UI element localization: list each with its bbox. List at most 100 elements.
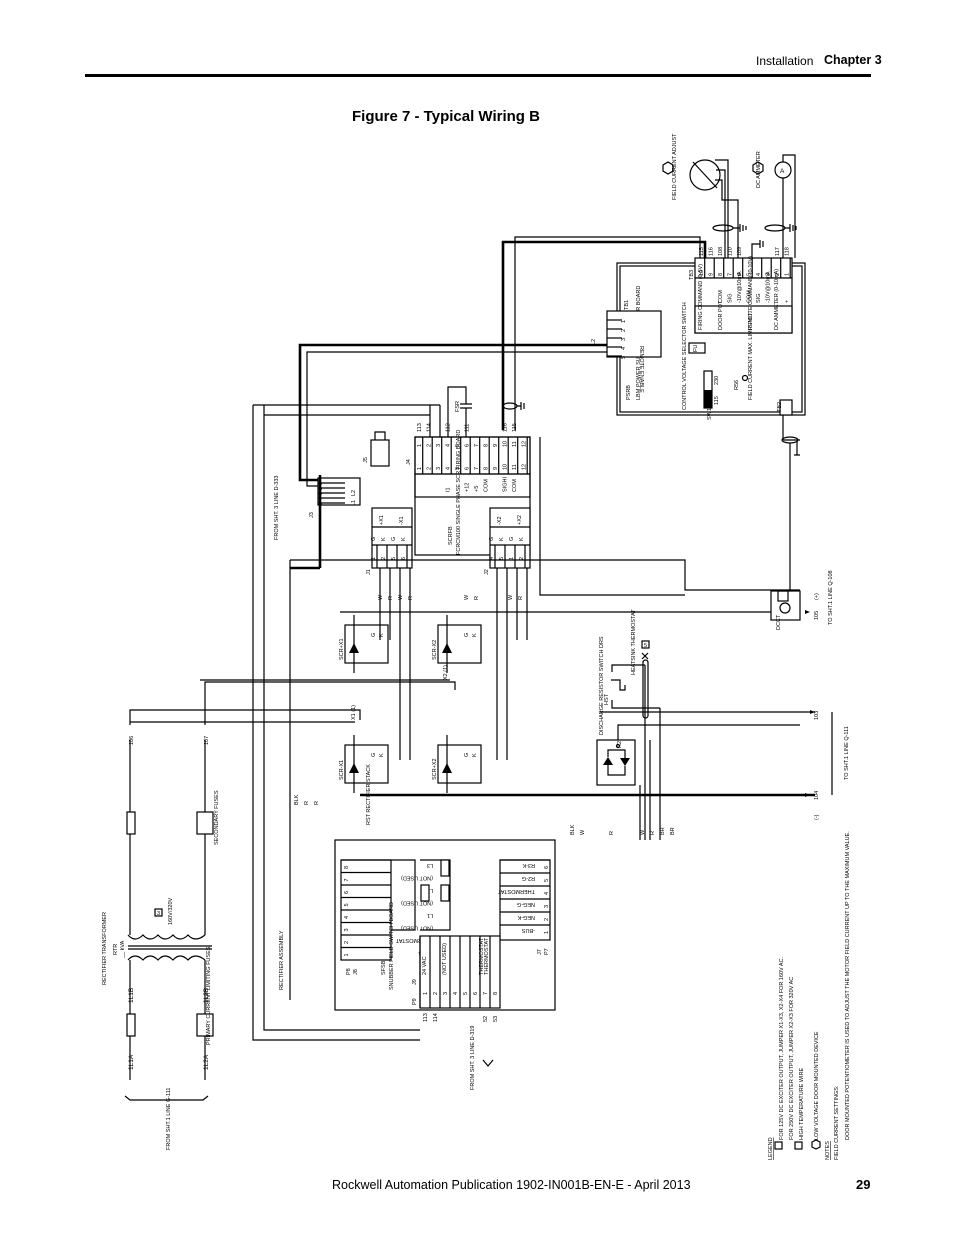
scr-cathode: K <box>472 753 478 757</box>
ground-icon <box>517 402 525 410</box>
j4-function: COM <box>512 479 518 492</box>
wire-1l1a: 1L1A <box>128 1054 135 1070</box>
wire-color: BR <box>670 827 676 835</box>
notes-heading: FIELD CURRENT SETTINGS: <box>834 1085 840 1160</box>
p7-function: NEG-G <box>517 901 535 907</box>
sw1-name: SW1 <box>707 408 713 420</box>
tb3-wire-number: 110 <box>728 247 734 256</box>
p7-function: NEG-K <box>517 914 535 920</box>
ammeter-symbol: A <box>780 168 785 175</box>
j1-label: J1 <box>366 569 372 575</box>
legend-title: LEGEND <box>768 1137 774 1160</box>
p9-function: (NOT USED) <box>442 943 448 975</box>
legend-item-lv: LOW VOLTAGE DOOR MOUNTED DEVICE <box>814 1031 820 1140</box>
ground-icon <box>785 224 797 232</box>
p7-pin: 2 <box>544 918 550 921</box>
p7-pin: 3 <box>544 905 550 908</box>
p9-pin: 1 <box>423 992 429 995</box>
j4-pin: 10 <box>503 464 509 470</box>
secondary-fuse-2 <box>196 811 214 835</box>
j1-function: G <box>391 537 397 541</box>
j4-function: +12 <box>465 483 471 492</box>
output-polarity: (-) <box>814 814 820 820</box>
p7-label: P7 <box>544 948 550 955</box>
wire-106: 106 <box>129 736 135 745</box>
legend: LEGEND FOR 125V DC EXCITER OUTPUT, JUMPE… <box>768 831 851 1160</box>
ammeter-label: DC AMMETER <box>756 151 762 188</box>
p9-function: THERMOSTAT <box>484 937 490 975</box>
legend-item-3: FOR 125V DC EXCITER OUTPUT, JUMPER X1-X3… <box>779 956 785 1140</box>
scrfb-name: SCRFB <box>448 526 454 545</box>
tb3-wire-number: 109 <box>737 247 743 256</box>
rectifier-assembly-label: RECTIFIER ASSEMBLY <box>279 930 285 990</box>
wire-color: R <box>609 831 615 835</box>
wire-color: R <box>388 596 394 600</box>
j4-pin: 6 <box>465 444 471 447</box>
j4-pin: 3 <box>436 444 442 447</box>
j4-pin: 12 <box>522 464 528 470</box>
dc-ammeter: A DC AMMETER <box>752 151 796 258</box>
hst-name: HST <box>604 693 610 705</box>
j2-function: G <box>489 537 495 541</box>
scr-firing-board: 11113221143344I11125566+1211177+588COM99… <box>274 423 531 575</box>
tb3-function: SIG <box>756 294 762 303</box>
wire-color: W <box>508 594 514 600</box>
scr-gate: G <box>371 633 377 637</box>
wire-color: R <box>408 596 414 600</box>
output-wire-104: 104 <box>814 791 820 800</box>
j4-wire-number: 115 <box>512 423 518 432</box>
j2-group-plus-x2: +X2 <box>517 515 523 525</box>
primary-fuse-1 <box>126 1013 136 1037</box>
wire-color: BLK <box>570 824 576 835</box>
j4-pin: 2 <box>427 444 433 447</box>
fsr-label: FSR <box>455 401 461 412</box>
p8-label: P8 <box>346 968 352 975</box>
drs-r2: R2 <box>617 741 623 748</box>
notes-title: NOTES <box>825 1141 831 1160</box>
tb3-wire-number: 118 <box>785 247 791 256</box>
j4-pin: 1 <box>417 444 423 447</box>
p9-wire-number: 113 <box>423 1013 429 1022</box>
shield-icon <box>712 224 734 232</box>
drs-label: DISCHARGE RESISTOR SWITCH DRS <box>599 636 605 735</box>
j4-function: I1 <box>446 487 452 492</box>
j4-pin: 10 <box>503 441 509 447</box>
p8-pin: 8 <box>344 866 350 869</box>
j1-function: K <box>381 537 387 541</box>
dcct-destination: TO SHT.1 LINE Q-108 <box>828 570 834 625</box>
scr-label: SCR-X2 <box>432 640 438 660</box>
tb1-remote-enable: REMOTE ENABLE <box>638 346 644 393</box>
j4-pin: 9 <box>493 467 499 470</box>
j4-wire-number: 113 <box>417 423 423 432</box>
tb3-function: -10V@10mA <box>737 271 743 303</box>
scr-scr-x2: SCR+X2 G K <box>432 735 482 793</box>
rectifier-transformer: RECTIFIER TRANSFORMER RTR __ kVA 3 160V/… <box>102 736 220 1150</box>
fu-label: FU <box>693 345 699 352</box>
tb3-wire-number: 108 <box>718 247 724 256</box>
wire-color: R <box>474 596 480 600</box>
tb3-function: + <box>785 300 791 303</box>
shield-icon <box>764 224 786 232</box>
j1-group-plus-x1: +X1 <box>379 515 385 525</box>
p7-pin: 4 <box>544 892 550 895</box>
wire-color: W <box>378 594 384 600</box>
scr-gate: G <box>464 753 470 757</box>
wire-color: R <box>518 596 524 600</box>
tb1-pin: 5 <box>621 356 627 359</box>
p8-function: (NOT USED) <box>401 875 433 881</box>
j4-wire-number: 116 <box>503 423 509 432</box>
wire-1l1b: 1L1B <box>128 988 135 1003</box>
from-sht3-d319: FROM SHT. 3 LINE D-319 <box>470 1026 476 1091</box>
r56-caption: FIELD CURRENT MAX. LIMIT POT. <box>748 311 754 400</box>
node-x2: X2 (1) <box>443 665 449 680</box>
secondary-fuses-label: SECONDARY FUSES <box>214 790 220 845</box>
p7-pin: 1 <box>544 931 550 934</box>
p7-pin: 5 <box>544 879 550 882</box>
j2-function: K <box>499 537 505 541</box>
j4-pin: 2 <box>427 467 433 470</box>
j5-label: J5 <box>363 457 369 463</box>
tb3-pin: 9 <box>709 273 715 276</box>
dcct-polarity: (+) <box>814 593 820 600</box>
tb3-group-door-pot: DOOR POT <box>718 300 724 330</box>
tb3-group-firing: FIRING COMMAND (0-5V) <box>698 264 704 330</box>
